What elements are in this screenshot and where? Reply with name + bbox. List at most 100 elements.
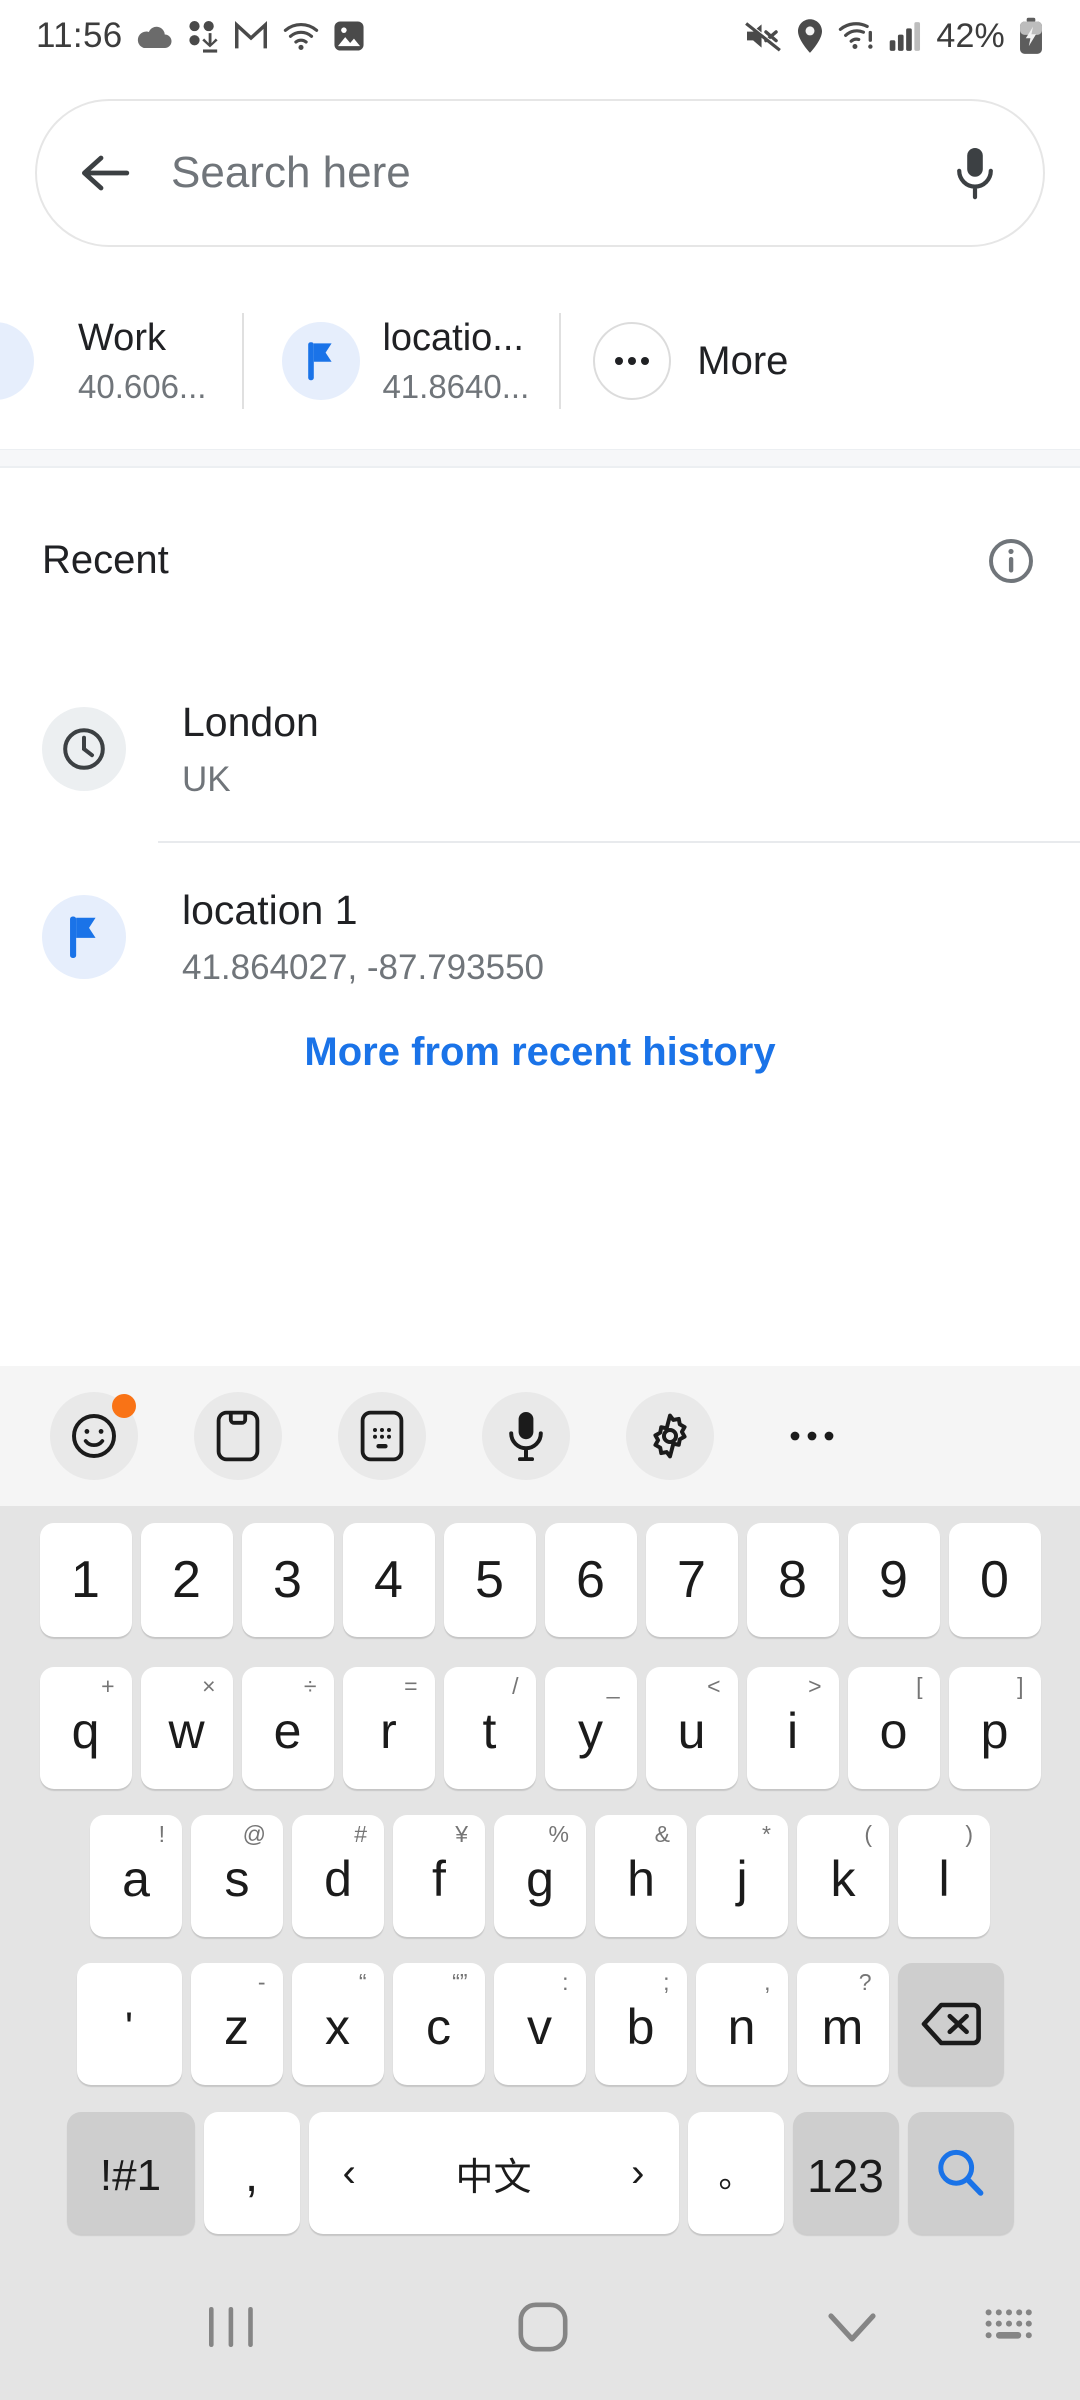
clipboard-icon[interactable] — [194, 1392, 282, 1480]
key-label: ' — [124, 2003, 134, 2050]
key-z[interactable]: -z — [190, 1963, 283, 2085]
key-4[interactable]: 4 — [342, 1523, 435, 1637]
key-d[interactable]: # d — [292, 1815, 384, 1937]
more-dots-icon — [593, 322, 672, 400]
keyboard-row-home: ! a @ s # d ¥ f % g & h * j (k ) l — [0, 1802, 1080, 1950]
key-9[interactable]: 9 — [847, 1523, 940, 1637]
key-7[interactable]: 7 — [645, 1523, 738, 1637]
key-f[interactable]: ¥ f — [393, 1815, 485, 1937]
key-y[interactable]: _ y — [544, 1667, 637, 1789]
key-e[interactable]: ÷ e — [241, 1667, 334, 1789]
key-label: q — [71, 1703, 100, 1759]
key-0[interactable]: 0 — [948, 1523, 1041, 1637]
key-i[interactable]: > i — [746, 1667, 839, 1789]
key-t[interactable]: / t — [443, 1667, 536, 1789]
keyboard-switch-icon[interactable] — [982, 2306, 1034, 2348]
shortcut-more-label: More — [697, 338, 789, 383]
shortcut-chip-partial[interactable] — [0, 272, 34, 450]
key-1[interactable]: 1 — [39, 1523, 132, 1637]
search-icon[interactable] — [907, 2112, 1014, 2234]
keyboard-row-bottom: ' -z “x “” c :v ; b ,n ? m — [0, 1950, 1080, 2098]
period-key[interactable]: 。 — [687, 2112, 784, 2234]
keyboard: 1 2 3 4 5 6 7 8 9 0 + q × w ÷ e = r / t _ y < u… — [0, 1366, 1080, 2254]
symbols-key[interactable]: !#1 — [66, 2112, 195, 2234]
key-j[interactable]: * j — [696, 1815, 788, 1937]
pin-icon — [0, 322, 34, 400]
key-r[interactable]: = r — [342, 1667, 435, 1789]
shortcut-chip-work-text: Work 40.606... — [78, 315, 206, 408]
wifi-alert-icon — [838, 20, 876, 52]
emoji-icon[interactable] — [50, 1392, 138, 1480]
key-a[interactable]: ! a — [90, 1815, 182, 1937]
shortcut-chip-location[interactable]: locatio... 41.8640... — [282, 272, 529, 450]
key-sup: _ — [606, 1673, 620, 1699]
key-5[interactable]: 5 — [443, 1523, 536, 1637]
home-icon[interactable] — [514, 2298, 572, 2356]
key-o[interactable]: [o — [847, 1667, 940, 1789]
chip-divider — [559, 313, 562, 409]
section-divider-bottom — [0, 466, 1080, 468]
key-c[interactable]: “” c — [392, 1963, 485, 2085]
key-w[interactable]: × w — [140, 1667, 233, 1789]
key-label: 1 — [71, 1551, 100, 1609]
comma-key[interactable]: , — [203, 2112, 300, 2234]
key-n[interactable]: ,n — [695, 1963, 788, 2085]
backspace-icon[interactable] — [897, 1963, 1004, 2085]
microphone-icon[interactable] — [945, 143, 1005, 203]
key-l[interactable]: ) l — [898, 1815, 990, 1937]
key-label: n — [727, 1999, 756, 2055]
info-icon[interactable] — [984, 534, 1038, 588]
key-6[interactable]: 6 — [544, 1523, 637, 1637]
image-icon — [333, 20, 365, 52]
key-3[interactable]: 3 — [241, 1523, 334, 1637]
key-h[interactable]: & h — [595, 1815, 687, 1937]
key-q[interactable]: + q — [39, 1667, 132, 1789]
search-bar[interactable] — [35, 99, 1045, 247]
key-label: c — [426, 1999, 451, 2055]
key-p[interactable]: ] p — [948, 1667, 1041, 1789]
shortcut-chips-row[interactable]: Work 40.606... locatio... 41.8640... Mor… — [0, 272, 1080, 450]
shortcut-chip-work[interactable]: Work 40.606... — [56, 272, 206, 450]
list-item-title: location 1 — [182, 886, 358, 933]
key-label: r — [380, 1703, 397, 1759]
key-label: 7 — [677, 1551, 706, 1609]
recents-icon[interactable] — [202, 2303, 260, 2351]
key-label: 。 — [718, 2157, 753, 2195]
search-input[interactable] — [137, 148, 945, 198]
key-label: v — [527, 1999, 552, 2055]
more-recent-history-link[interactable]: More from recent history — [0, 1030, 1080, 1075]
key-8[interactable]: 8 — [746, 1523, 839, 1637]
key-k[interactable]: (k — [797, 1815, 889, 1937]
chip-divider — [242, 313, 245, 409]
list-item[interactable]: London UK — [0, 655, 1080, 843]
space-prev-lang[interactable]: ‹ — [343, 2151, 356, 2196]
numeric-key[interactable]: 123 — [792, 2112, 899, 2234]
key-2[interactable]: 2 — [140, 1523, 233, 1637]
key-u[interactable]: < u — [645, 1667, 738, 1789]
keyboard-mode-icon[interactable] — [338, 1392, 426, 1480]
list-item-text: London UK — [182, 697, 319, 801]
key-g[interactable]: % g — [494, 1815, 586, 1937]
space-key[interactable]: ‹ 中文 › — [308, 2112, 679, 2234]
key-apostrophe[interactable]: ' — [76, 1963, 182, 2085]
list-item[interactable]: location 1 41.864027, -87.793550 — [0, 843, 1080, 1031]
battery-charging-icon — [1018, 17, 1044, 55]
key-x[interactable]: “x — [291, 1963, 384, 2085]
key-label: 9 — [879, 1551, 908, 1609]
microphone-icon[interactable] — [482, 1392, 570, 1480]
key-label: a — [122, 1851, 150, 1907]
arrow-left-icon[interactable] — [75, 142, 137, 204]
key-v[interactable]: :v — [493, 1963, 586, 2085]
key-sup: [ — [916, 1673, 923, 1699]
gmail-icon — [233, 20, 269, 52]
key-s[interactable]: @ s — [191, 1815, 283, 1937]
key-label: 2 — [172, 1551, 201, 1609]
chevron-down-icon[interactable] — [824, 2305, 880, 2349]
key-b[interactable]: ; b — [594, 1963, 687, 2085]
more-dots-icon[interactable] — [768, 1392, 856, 1480]
space-next-lang[interactable]: › — [631, 2151, 644, 2196]
key-label: g — [526, 1851, 554, 1907]
settings-gear-icon[interactable] — [626, 1392, 714, 1480]
shortcut-chip-more[interactable]: More — [593, 272, 788, 450]
key-m[interactable]: ? m — [796, 1963, 889, 2085]
